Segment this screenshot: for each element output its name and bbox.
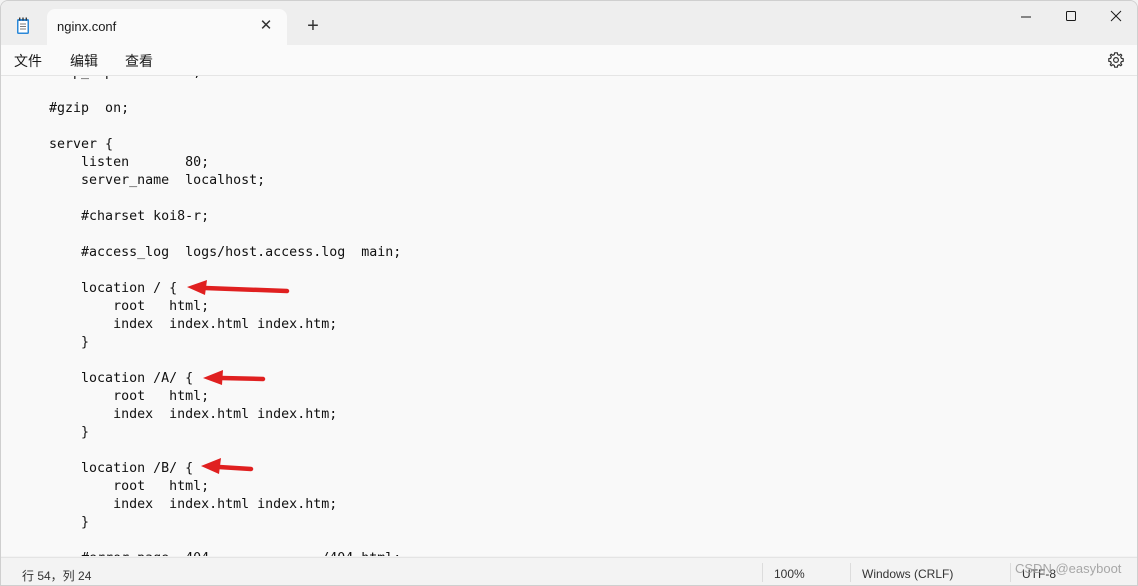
status-bar: 行 54，列 24 100% Windows (CRLF) UTF-8 (1, 557, 1137, 585)
line-ending[interactable]: Windows (CRLF) (862, 567, 953, 581)
code-line: #charset koi8-r; (17, 209, 210, 224)
code-line: server { (17, 137, 114, 152)
text-editor[interactable]: #tcp_nopush on; #gzip on; server { liste… (1, 76, 1137, 556)
notepad-window: nginx.conf ✕ + 文件 编辑 查看 #gzip on; server… (0, 0, 1138, 586)
menu-bar: 文件 编辑 查看 (1, 45, 1137, 76)
status-divider (762, 563, 763, 582)
settings-gear-icon[interactable] (1107, 51, 1125, 69)
code-line: index index.html index.htm; (17, 317, 338, 332)
code-line: #access_log logs/host.access.log main; (17, 245, 402, 260)
title-bar[interactable]: nginx.conf ✕ + (1, 1, 1137, 45)
code-line: listen 80; (17, 155, 210, 170)
menu-view[interactable]: 查看 (125, 51, 153, 71)
code-line: index index.html index.htm; (17, 407, 338, 422)
menu-edit[interactable]: 编辑 (70, 51, 98, 71)
code-line: root html; (17, 479, 210, 494)
code-line: } (17, 425, 90, 440)
code-line: #gzip on; (17, 101, 130, 116)
tab-close-icon[interactable]: ✕ (255, 15, 277, 37)
code-line: server_name localhost; (17, 173, 266, 188)
code-line: } (17, 515, 90, 530)
red-arrow-annotation-icon (201, 458, 254, 474)
minimize-button[interactable] (1003, 1, 1049, 33)
code-line: root html; (17, 299, 210, 314)
close-icon (1110, 10, 1122, 22)
watermark: CSDN @easyboot (1015, 561, 1122, 576)
red-arrow-annotation-icon (187, 280, 290, 295)
code-line: #error_page 404 /404.html; (17, 550, 401, 556)
menu-file[interactable]: 文件 (14, 51, 42, 71)
close-window-button[interactable] (1093, 1, 1137, 33)
zoom-level[interactable]: 100% (774, 567, 805, 581)
new-tab-button[interactable]: + (301, 14, 325, 38)
cursor-position: 行 54，列 24 (22, 569, 92, 583)
tab-nginx-conf[interactable]: nginx.conf ✕ (47, 9, 287, 45)
code-text: #tcp_nopush on; #gzip on; server { liste… (17, 76, 401, 556)
tab-title: nginx.conf (57, 19, 117, 34)
code-line: } (17, 335, 90, 350)
minimize-icon (1021, 16, 1031, 18)
notepad-app-icon (17, 17, 29, 34)
red-arrow-annotation-icon (203, 370, 266, 385)
status-divider (850, 563, 851, 582)
maximize-icon (1066, 11, 1076, 21)
code-line: index index.html index.htm; (17, 497, 338, 512)
maximize-button[interactable] (1048, 1, 1094, 33)
code-line: root html; (17, 389, 210, 404)
status-divider (1010, 563, 1011, 582)
